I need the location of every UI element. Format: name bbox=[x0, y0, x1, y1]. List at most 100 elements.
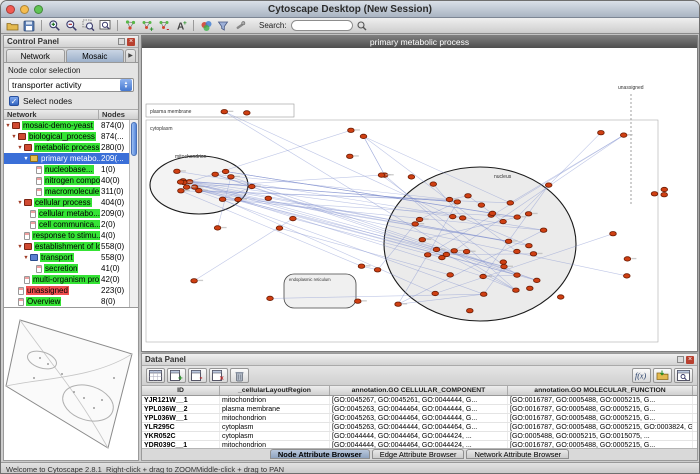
tree-row-unassigned[interactable]: unassigned223(0) bbox=[4, 285, 138, 296]
birdseye-overview[interactable] bbox=[4, 307, 138, 460]
tab-mosaic[interactable]: Mosaic bbox=[66, 49, 125, 62]
zoom-out-button[interactable] bbox=[63, 19, 79, 33]
tree-row-biological-process[interactable]: ▼biological_process874(... bbox=[4, 131, 138, 142]
tree-row-metabolic-process[interactable]: ▼metabolic process280(0) bbox=[4, 142, 138, 153]
page-icon bbox=[30, 210, 36, 218]
tree-expand-icon[interactable]: ▼ bbox=[22, 255, 30, 261]
select-attributes-icon bbox=[149, 370, 162, 381]
tab-network[interactable]: Network bbox=[6, 49, 65, 62]
browse-attributes-button[interactable] bbox=[674, 368, 693, 383]
vizmapper-button[interactable] bbox=[198, 19, 214, 33]
tab-overflow-arrow-icon[interactable]: ▶ bbox=[125, 49, 136, 62]
search-options-button[interactable] bbox=[354, 19, 370, 33]
destroy-network-button[interactable]: - bbox=[156, 19, 172, 33]
tab-network-attribute-browser[interactable]: Network Attribute Browser bbox=[466, 449, 569, 459]
column-header-annotation-go-molecular-function[interactable]: annotation.GO MOLECULAR_FUNCTION bbox=[508, 386, 693, 395]
first-neighbors-button[interactable] bbox=[122, 19, 138, 33]
float-panel-icon[interactable] bbox=[677, 356, 684, 363]
table-row-yjr121w__1[interactable]: YJR121W__1mitochondrion[GO:0045267, GO:0… bbox=[142, 396, 697, 405]
network-canvas[interactable]: plasma membranecytoplasmmitochondrionnuc… bbox=[142, 48, 697, 351]
network-view-frame[interactable]: primary metabolic process plasma membran… bbox=[141, 35, 698, 352]
network-tree[interactable]: ▼mosaic-demo-yeast874(0)▼biological_proc… bbox=[4, 120, 138, 307]
svg-text:plasma membrane: plasma membrane bbox=[150, 109, 192, 115]
search-input[interactable] bbox=[291, 20, 353, 31]
tree-scrollbar-thumb[interactable] bbox=[131, 122, 137, 156]
page-icon bbox=[36, 166, 42, 174]
toolbar-separator bbox=[193, 20, 194, 31]
tree-row-response-to-stimu[interactable]: response to stimu...4(0) bbox=[4, 230, 138, 241]
tree-row-nucleobase[interactable]: nucleobase...1(0) bbox=[4, 164, 138, 175]
zoom-fit-icon bbox=[99, 19, 112, 32]
new-network-from-selection-button[interactable]: + bbox=[139, 19, 155, 33]
tree-label: multi-organism pro... bbox=[32, 275, 107, 284]
tree-expand-icon[interactable]: ▼ bbox=[16, 145, 24, 151]
tree-row-establishment-of-lo[interactable]: ▼establishment of lo...558(0) bbox=[4, 241, 138, 252]
tree-row-cellular-process[interactable]: ▼cellular process404(0) bbox=[4, 197, 138, 208]
tree-row-multi-organism-pro[interactable]: multi-organism pro...42(0) bbox=[4, 274, 138, 285]
node-color-attribute-dropdown[interactable]: transporter activity ▲▼ bbox=[8, 78, 134, 92]
table-row-ypl036w__2[interactable]: YPL036W__2plasma membrane[GO:0045263, GO… bbox=[142, 405, 697, 414]
close-panel-icon[interactable]: × bbox=[127, 38, 135, 46]
tree-node-count: 41(0) bbox=[100, 264, 129, 273]
table-row-ykr052c[interactable]: YKR052Ccytoplasm[GO:0044444, GO:0044464,… bbox=[142, 432, 697, 441]
select-attributes-button[interactable] bbox=[146, 368, 165, 383]
clear-attribute-icon: × bbox=[212, 370, 225, 381]
zoom-selected-region-button[interactable] bbox=[80, 19, 96, 33]
tree-expand-icon[interactable]: ▼ bbox=[16, 200, 24, 206]
network-view-title[interactable]: primary metabolic process bbox=[142, 36, 697, 48]
tree-row-cell-communica[interactable]: cell communica...2(0) bbox=[4, 219, 138, 230]
delete-attribute-button[interactable]: - bbox=[188, 368, 207, 383]
table-cell: [GO:0045263, GO:0044464, GO:0044444, G..… bbox=[330, 414, 508, 422]
tree-node-count: 558(0) bbox=[100, 242, 129, 251]
tab-node-attribute-browser[interactable]: Node Attribute Browser bbox=[270, 449, 370, 459]
window-titlebar[interactable]: Cytoscape Desktop (New Session) bbox=[1, 1, 699, 18]
tree-row-nitrogen-compo[interactable]: nitrogen compo...40(0) bbox=[4, 175, 138, 186]
tree-indent bbox=[4, 158, 22, 159]
tree-column-headers[interactable]: Network Nodes bbox=[4, 109, 138, 120]
tree-node-count: 280(0) bbox=[100, 143, 129, 152]
plugin-manager-button[interactable] bbox=[232, 19, 248, 33]
attribute-table-body[interactable]: YJR121W__1mitochondrion[GO:0045267, GO:0… bbox=[142, 396, 697, 448]
tree-row-secretion[interactable]: secretion41(0) bbox=[4, 263, 138, 274]
close-panel-icon[interactable]: × bbox=[686, 356, 694, 364]
tree-row-macromolecule[interactable]: macromolecule...311(0) bbox=[4, 186, 138, 197]
tree-row-mosaic-demo-yeast[interactable]: ▼mosaic-demo-yeast874(0) bbox=[4, 120, 138, 131]
dropdown-arrows-icon[interactable]: ▲▼ bbox=[120, 79, 132, 91]
tree-indent bbox=[4, 213, 22, 214]
column-header-nodes[interactable]: Nodes bbox=[99, 110, 138, 119]
tree-expand-icon[interactable]: ▼ bbox=[10, 134, 18, 140]
tree-row-primary-metabo[interactable]: ▼primary metabo...209(... bbox=[4, 153, 138, 164]
table-cell: [GO:0045267, GO:0045261, GO:0044444, G..… bbox=[330, 396, 508, 404]
tree-expand-icon[interactable]: ▼ bbox=[4, 123, 12, 129]
clear-attribute-button[interactable]: × bbox=[209, 368, 228, 383]
tab-edge-attribute-browser[interactable]: Edge Attribute Browser bbox=[372, 449, 465, 459]
table-row-ylr295c[interactable]: YLR295Ccytoplasm[GO:0045263, GO:0044444,… bbox=[142, 423, 697, 432]
filters-button[interactable] bbox=[215, 19, 231, 33]
float-panel-icon[interactable] bbox=[118, 38, 125, 45]
tree-row-cellular-metabo[interactable]: cellular metabo...209(0) bbox=[4, 208, 138, 219]
open-session-button[interactable] bbox=[4, 19, 20, 33]
tree-expand-icon[interactable]: ▼ bbox=[22, 156, 30, 162]
create-attribute-button[interactable]: + bbox=[167, 368, 186, 383]
zoom-fit-button[interactable] bbox=[97, 19, 113, 33]
save-session-button[interactable] bbox=[21, 19, 37, 33]
tree-scrollbar[interactable] bbox=[129, 120, 138, 307]
delete-table-button[interactable] bbox=[230, 368, 249, 383]
column-header-network[interactable]: Network bbox=[4, 110, 99, 119]
zoom-in-button[interactable] bbox=[46, 19, 62, 33]
tree-label: unassigned bbox=[26, 286, 69, 295]
tree-node-count: 40(0) bbox=[100, 176, 129, 185]
table-row-ydr039c__1[interactable]: YDR039C__1mitochondrion[GO:0044444, GO:0… bbox=[142, 441, 697, 448]
table-row-ypl036w__1[interactable]: YPL036W__1mitochondrion[GO:0045263, GO:0… bbox=[142, 414, 697, 423]
formula-builder-button[interactable]: f(x) bbox=[632, 368, 651, 383]
attribute-table-header[interactable]: ID_cellularLayoutRegionannotation.GO CEL… bbox=[142, 386, 697, 396]
tree-expand-icon[interactable]: ▼ bbox=[16, 244, 24, 250]
column-header-annotation-go-cellular-component[interactable]: annotation.GO CELLULAR_COMPONENT bbox=[330, 386, 508, 395]
select-nodes-checkbox[interactable]: ✓ bbox=[9, 96, 19, 106]
column-header-id[interactable]: ID bbox=[142, 386, 220, 395]
column-header--cellularlayoutregion[interactable]: _cellularLayoutRegion bbox=[220, 386, 330, 395]
tree-row-transport[interactable]: ▼transport558(0) bbox=[4, 252, 138, 263]
tree-row-overview[interactable]: Overview8(0) bbox=[4, 296, 138, 307]
import-attributes-button[interactable] bbox=[653, 368, 672, 383]
annotations-button[interactable]: A+ bbox=[173, 19, 189, 33]
